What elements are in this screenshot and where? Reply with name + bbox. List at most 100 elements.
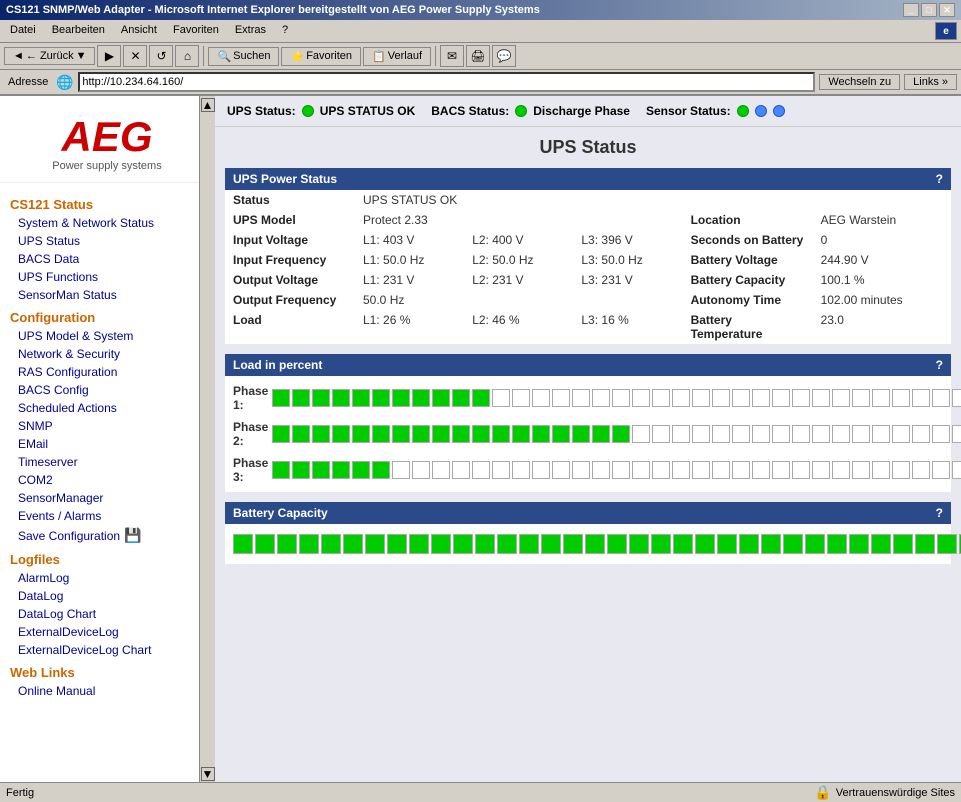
sidebar-scrollbar[interactable]: ▲ ▼ <box>199 96 215 783</box>
links-button[interactable]: Links » <box>904 74 957 90</box>
search-icon: 🔍 <box>217 50 231 63</box>
load-l3: L3: 16 % <box>573 310 682 344</box>
aeg-tagline: Power supply systems <box>10 160 204 172</box>
sidebar: AEG Power supply systems CS121 Status Sy… <box>0 96 215 783</box>
battery-bar-cell <box>783 534 803 554</box>
sidebar-item-sensorman-status[interactable]: SensorMan Status <box>0 286 214 304</box>
battery-bar-cell <box>651 534 671 554</box>
battery-voltage-label: Battery Voltage <box>683 250 813 270</box>
close-button[interactable]: ✕ <box>939 3 955 17</box>
bar-cell <box>692 425 710 443</box>
print-button[interactable]: 🖨 <box>466 45 490 67</box>
bar-cell <box>672 389 690 407</box>
sidebar-item-network-security[interactable]: Network & Security <box>0 345 214 363</box>
bar-cell <box>632 425 650 443</box>
sidebar-item-events-alarms[interactable]: Events / Alarms <box>0 507 214 525</box>
menu-extras[interactable]: Extras <box>229 22 272 40</box>
back-button[interactable]: ◄ ← Zurück ▼ <box>4 47 95 65</box>
window-controls[interactable]: _ □ ✕ <box>903 3 955 17</box>
sidebar-item-ups-model[interactable]: UPS Model & System <box>0 327 214 345</box>
home-button[interactable]: ⌂ <box>175 45 199 67</box>
bar-cell <box>692 461 710 479</box>
bar-cell <box>492 425 510 443</box>
forward-button[interactable]: ▶ <box>97 45 121 67</box>
bar-cell <box>552 461 570 479</box>
battery-capacity-value: 100.1 % <box>813 270 951 290</box>
sidebar-item-ras-config[interactable]: RAS Configuration <box>0 363 214 381</box>
table-row: Output Frequency 50.0 Hz Autonomy Time 1… <box>225 290 951 310</box>
battery-temp-label: Battery Temperature <box>683 310 813 344</box>
battery-bar-cell <box>453 534 473 554</box>
input-voltage-l1: L1: 403 V <box>355 230 464 250</box>
sidebar-item-save-config[interactable]: Save Configuration 💾 <box>0 525 214 546</box>
menu-help[interactable]: ? <box>276 22 294 40</box>
sidebar-item-snmp[interactable]: SNMP <box>0 417 214 435</box>
power-status-help[interactable]: ? <box>936 172 943 186</box>
battery-bar-cell <box>915 534 935 554</box>
sidebar-item-com2[interactable]: COM2 <box>0 471 214 489</box>
sidebar-item-ups-functions[interactable]: UPS Functions <box>0 268 214 286</box>
menu-favoriten[interactable]: Favoriten <box>167 22 225 40</box>
scroll-up-button[interactable]: ▲ <box>201 98 215 112</box>
bar-cell <box>952 425 961 443</box>
battery-bar-cell <box>871 534 891 554</box>
menu-ansicht[interactable]: Ansicht <box>115 22 163 40</box>
bar-cell <box>912 461 930 479</box>
maximize-button[interactable]: □ <box>921 3 937 17</box>
bar-cell <box>332 461 350 479</box>
status-value: UPS STATUS OK <box>355 190 683 210</box>
sidebar-item-externaldevicelog-chart[interactable]: ExternalDeviceLog Chart <box>0 641 214 659</box>
go-button[interactable]: Wechseln zu <box>819 74 900 90</box>
favorites-button[interactable]: ⭐ Favoriten <box>281 47 361 66</box>
sidebar-item-bacs-config[interactable]: BACS Config <box>0 381 214 399</box>
sidebar-item-ups-status[interactable]: UPS Status <box>0 232 214 250</box>
menu-datei[interactable]: Datei <box>4 22 42 40</box>
search-button[interactable]: 🔍 Suchen <box>208 47 279 66</box>
sidebar-item-datalog-chart[interactable]: DataLog Chart <box>0 605 214 623</box>
table-row: Status UPS STATUS OK <box>225 190 951 210</box>
battery-bar-cell <box>321 534 341 554</box>
bar-cell <box>332 389 350 407</box>
mail-button[interactable]: ✉ <box>440 45 464 67</box>
stop-button[interactable]: ✕ <box>123 45 147 67</box>
minimize-button[interactable]: _ <box>903 3 919 17</box>
bar-cell <box>912 425 930 443</box>
sidebar-item-timeserver[interactable]: Timeserver <box>0 453 214 471</box>
address-input[interactable] <box>78 72 815 92</box>
sidebar-item-online-manual[interactable]: Online Manual <box>0 682 214 700</box>
sidebar-item-scheduled-actions[interactable]: Scheduled Actions <box>0 399 214 417</box>
load-bars-container: Phase 1: 26.5 % Phase 2: 45.8 % Phase 3: <box>225 376 951 492</box>
sidebar-wrapper: AEG Power supply systems CS121 Status Sy… <box>0 96 215 783</box>
battery-bar-cell <box>761 534 781 554</box>
history-button[interactable]: 📋 Verlauf <box>363 47 431 66</box>
sidebar-item-bacs-data[interactable]: BACS Data <box>0 250 214 268</box>
load-label: Load <box>225 310 355 344</box>
sidebar-item-email[interactable]: EMail <box>0 435 214 453</box>
bar-cell <box>612 425 630 443</box>
bar-cell <box>452 389 470 407</box>
status-header: UPS Status: UPS STATUS OK BACS Status: D… <box>215 96 961 127</box>
scroll-down-button[interactable]: ▼ <box>201 767 215 781</box>
output-voltage-l3: L3: 231 V <box>573 270 682 290</box>
load-section-help[interactable]: ? <box>936 358 943 372</box>
discuss-button[interactable]: 💬 <box>492 45 516 67</box>
battery-section-help[interactable]: ? <box>936 506 943 520</box>
refresh-button[interactable]: ↺ <box>149 45 173 67</box>
toolbar-separator <box>203 46 204 66</box>
bar-cell <box>532 461 550 479</box>
ups-model-label: UPS Model <box>225 210 355 230</box>
output-freq-value: 50.0 Hz <box>355 290 683 310</box>
bar-cell <box>632 461 650 479</box>
seconds-battery-value: 0 <box>813 230 951 250</box>
bar-cell <box>792 425 810 443</box>
toolbar: ◄ ← Zurück ▼ ▶ ✕ ↺ ⌂ 🔍 Suchen ⭐ Favorite… <box>0 43 961 70</box>
sidebar-item-datalog[interactable]: DataLog <box>0 587 214 605</box>
bar-cell <box>892 425 910 443</box>
sidebar-item-alarmlog[interactable]: AlarmLog <box>0 569 214 587</box>
sidebar-item-system-network[interactable]: System & Network Status <box>0 214 214 232</box>
power-status-table: Status UPS STATUS OK UPS Model Protect 2… <box>225 190 951 344</box>
menu-bearbeiten[interactable]: Bearbeiten <box>46 22 111 40</box>
sidebar-item-sensormanager[interactable]: SensorManager <box>0 489 214 507</box>
scroll-track[interactable] <box>201 112 215 767</box>
sidebar-item-externaldevicelog[interactable]: ExternalDeviceLog <box>0 623 214 641</box>
